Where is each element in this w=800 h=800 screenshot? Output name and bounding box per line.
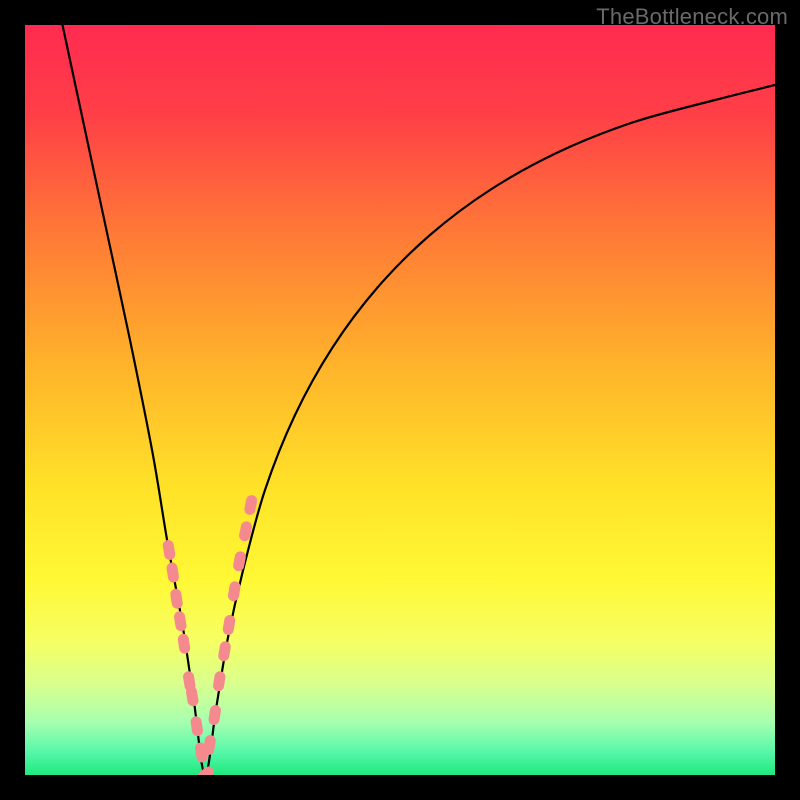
sample-point-marker [208, 704, 222, 725]
sample-point-marker [162, 539, 176, 561]
sample-point-marker [177, 633, 191, 654]
sample-point-marker [202, 734, 216, 756]
sample-point-marker [166, 562, 180, 583]
sample-point-marker [227, 580, 241, 602]
plot-area [25, 25, 775, 775]
sample-point-markers [162, 494, 258, 775]
outer-frame: TheBottleneck.com [0, 0, 800, 800]
watermark-text: TheBottleneck.com [596, 4, 788, 30]
sample-point-marker [173, 610, 187, 632]
sample-point-marker [222, 614, 236, 636]
sample-point-marker [232, 550, 246, 572]
sample-point-marker [185, 685, 199, 707]
sample-point-marker [194, 764, 216, 775]
bottleneck-curve [63, 25, 776, 775]
sample-point-marker [243, 494, 258, 516]
sample-point-marker [190, 716, 204, 737]
sample-point-marker [217, 640, 231, 662]
sample-point-marker [212, 671, 226, 692]
bottleneck-curve-layer [25, 25, 775, 775]
sample-point-marker [170, 588, 184, 609]
